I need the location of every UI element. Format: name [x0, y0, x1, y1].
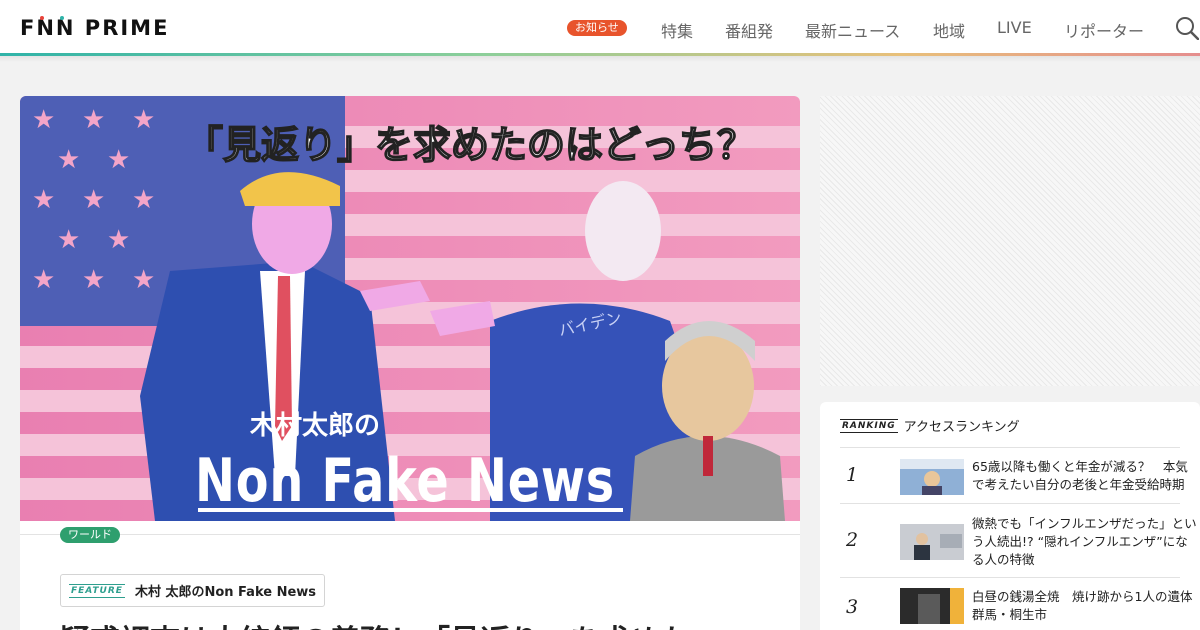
ranking-thumbnail — [900, 524, 964, 560]
hero-image[interactable]: ★ ★ ★ ★ ★ ★ ★ ★ ★ ★ ★ ★ ★ バイデン 「見返り」を求めた… — [20, 96, 800, 521]
article-title[interactable]: 疑惑調査は大統領の義務！「見返り」を求めた — [60, 616, 690, 630]
hero-headline: 「見返り」を求めたのはどっち？ — [185, 123, 755, 167]
flag-stars: ★ ★ ★ ★ ★ ★ ★ ★ ★ ★ ★ ★ ★ — [32, 105, 155, 295]
hero-illustration: ★ ★ ★ ★ ★ ★ ★ ★ ★ ★ ★ ★ ★ バイデン 「見返り」を求めた… — [20, 96, 800, 521]
ranking-thumbnail — [900, 459, 964, 495]
search-icon[interactable] — [1175, 16, 1199, 40]
svg-text:★: ★ — [32, 105, 55, 135]
svg-text:★: ★ — [82, 105, 105, 135]
site-header: FNN PRIME お知らせ 特集 番組発 最新ニュース 地域 LIVE リポー… — [0, 0, 1200, 55]
ranking-item-text: 白昼の銭湯全焼 焼け跡から1人の遺体 群馬・桐生市 — [972, 589, 1200, 622]
nav-item-live[interactable]: LIVE — [997, 18, 1032, 37]
nav-item-features[interactable]: 特集 — [661, 18, 693, 42]
svg-text:★: ★ — [107, 145, 130, 175]
feature-name: 木村 太郎のNon Fake News — [134, 585, 317, 600]
svg-text:★: ★ — [57, 145, 80, 175]
svg-text:★: ★ — [107, 225, 130, 255]
article-card[interactable]: ★ ★ ★ ★ ★ ★ ★ ★ ★ ★ ★ ★ ★ バイデン 「見返り」を求めた… — [20, 96, 800, 630]
fnn-prime-logo[interactable]: FNN PRIME — [20, 14, 170, 40]
ranking-item[interactable]: 1 65歳以降も働くと年金が減る？ 本気で考えたい自分の老後と年金受給時期 — [840, 447, 1188, 503]
hero-series-owner: 木村太郎の — [249, 411, 380, 441]
svg-text:★: ★ — [32, 185, 55, 215]
svg-text:★: ★ — [132, 105, 155, 135]
feature-link[interactable]: FEATURE 木村 太郎のNon Fake News — [60, 574, 326, 607]
ad-slot — [820, 96, 1200, 386]
svg-text:★: ★ — [132, 265, 155, 295]
hero-series-name: Non Fake News — [195, 446, 615, 516]
ranking-item-text: 微熱でも「インフルエンザだった」という人続出!? “隠れインフルエンザ”になる人… — [972, 516, 1197, 567]
header-shadow — [0, 56, 1200, 62]
divider — [20, 534, 800, 535]
ranking-item[interactable]: 3 白昼の銭湯全焼 焼け跡から1人の遺体 群馬・桐生市 — [840, 577, 1200, 630]
nav-item-regional[interactable]: 地域 — [933, 18, 965, 42]
notice-badge[interactable]: お知らせ — [567, 20, 627, 36]
ranking-thumbnail — [900, 588, 964, 624]
svg-text:★: ★ — [32, 265, 55, 295]
logo-wordmark: FNN PRIME — [20, 16, 167, 40]
rank-number: 1 — [846, 464, 859, 486]
svg-text:★: ★ — [57, 225, 80, 255]
ranking-panel: RANKING アクセスランキング 1 65歳以降も働くと年金が減る？ 本気で考… — [820, 402, 1200, 630]
svg-text:★: ★ — [82, 185, 105, 215]
ranking-item-text: 65歳以降も働くと年金が減る？ 本気で考えたい自分の老後と年金受給時期 — [972, 459, 1188, 492]
ranking-header: RANKING アクセスランキング — [840, 416, 1020, 435]
svg-text:★: ★ — [132, 185, 155, 215]
nav-item-latest-news[interactable]: 最新ニュース — [805, 18, 900, 42]
ranking-item[interactable]: 2 微熱でも「インフルエンザだった」という人続出!? “隠れインフルエンザ”にな… — [840, 503, 1197, 577]
nav-item-programs[interactable]: 番組発 — [725, 18, 773, 42]
svg-text:★: ★ — [82, 265, 105, 295]
category-badge[interactable]: ワールド — [60, 527, 120, 543]
ranking-tag: RANKING — [840, 418, 898, 433]
nav-item-reporters[interactable]: リポーター — [1064, 18, 1144, 42]
ranking-title: アクセスランキング — [903, 420, 1020, 435]
rank-number: 2 — [846, 529, 859, 551]
rank-number: 3 — [846, 596, 859, 618]
feature-tag: FEATURE — [69, 583, 125, 598]
